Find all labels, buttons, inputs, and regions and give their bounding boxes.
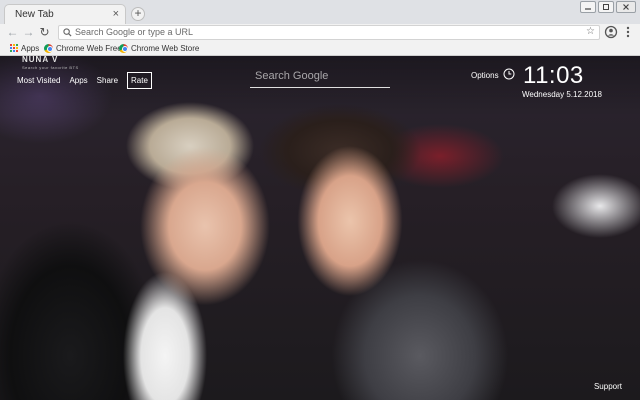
- bookmark-label: Apps: [21, 43, 40, 53]
- apps-grid-dot: [13, 50, 15, 52]
- bookmark-apps[interactable]: Apps: [10, 42, 39, 54]
- apps-grid-dot: [16, 47, 18, 49]
- share-link[interactable]: Share: [97, 76, 118, 85]
- tab-strip: New Tab × +: [0, 0, 640, 24]
- tab-new-tab[interactable]: New Tab ×: [4, 4, 126, 24]
- tab-close-icon[interactable]: ×: [113, 7, 119, 21]
- apps-grid-dot: [10, 47, 12, 49]
- chrome-web-store-icon: [119, 43, 128, 53]
- chrome-web-store-icon: [44, 43, 53, 53]
- account-icon[interactable]: [604, 25, 618, 39]
- apps-grid-dot: [13, 47, 15, 49]
- reload-icon[interactable]: ↻: [38, 26, 51, 39]
- minimize-icon[interactable]: [580, 1, 596, 13]
- bookmark-chrome-web-store[interactable]: Chrome Web Store: [119, 42, 199, 54]
- apps-grid-dot: [10, 44, 12, 46]
- back-arrow-icon[interactable]: ←: [6, 26, 19, 39]
- omnibox[interactable]: Search Google or type a URL ☆: [58, 25, 600, 40]
- browser-toolbar: ← → ↻ Search Google or type a URL ☆: [0, 24, 640, 41]
- apps-grid-dot: [16, 50, 18, 52]
- extension-logo: NUNA V Search your favorite BTS: [22, 56, 79, 72]
- most-visited-link[interactable]: Most Visited: [17, 76, 60, 85]
- clock-icon[interactable]: [503, 68, 515, 80]
- tab-title: New Tab: [15, 9, 54, 20]
- clock-date: Wednesday 5.12.2018: [522, 90, 602, 99]
- apps-link[interactable]: Apps: [69, 76, 87, 85]
- support-link[interactable]: Support: [594, 382, 622, 391]
- page-nav: Most Visited Apps Share Rate: [17, 72, 152, 89]
- search-placeholder: Search Google: [255, 70, 329, 82]
- window-controls: [580, 1, 636, 13]
- bookmark-chrome-web-freeo[interactable]: Chrome Web Freeo: [44, 42, 126, 54]
- apps-grid-dot: [10, 50, 12, 52]
- google-search-input[interactable]: Search Google: [250, 68, 390, 88]
- clock-time: 11:03: [523, 62, 584, 89]
- rate-button[interactable]: Rate: [127, 72, 152, 89]
- apps-grid-dot: [16, 44, 18, 46]
- bookmarks-bar: Apps Chrome Web Freeo Chrome Web Store: [0, 41, 640, 56]
- apps-grid-icon: [10, 44, 18, 52]
- apps-grid-dot: [13, 44, 15, 46]
- new-tab-button[interactable]: +: [131, 7, 145, 21]
- star-icon[interactable]: ☆: [586, 26, 595, 37]
- maximize-icon[interactable]: [598, 1, 614, 13]
- options-link[interactable]: Options: [471, 71, 499, 80]
- logo-text: NUNA V: [22, 56, 59, 64]
- search-icon: [63, 28, 72, 37]
- omnibox-placeholder: Search Google or type a URL: [75, 27, 194, 37]
- more-vert-icon[interactable]: [621, 25, 635, 39]
- close-icon[interactable]: [616, 1, 636, 13]
- bookmark-label: Chrome Web Store: [131, 43, 200, 53]
- logo-subtext: Search your favorite BTS: [22, 65, 79, 70]
- new-tab-page: NUNA V Search your favorite BTS Most Vis…: [0, 56, 640, 400]
- forward-arrow-icon[interactable]: →: [22, 26, 35, 39]
- bookmark-label: Chrome Web Freeo: [56, 43, 127, 53]
